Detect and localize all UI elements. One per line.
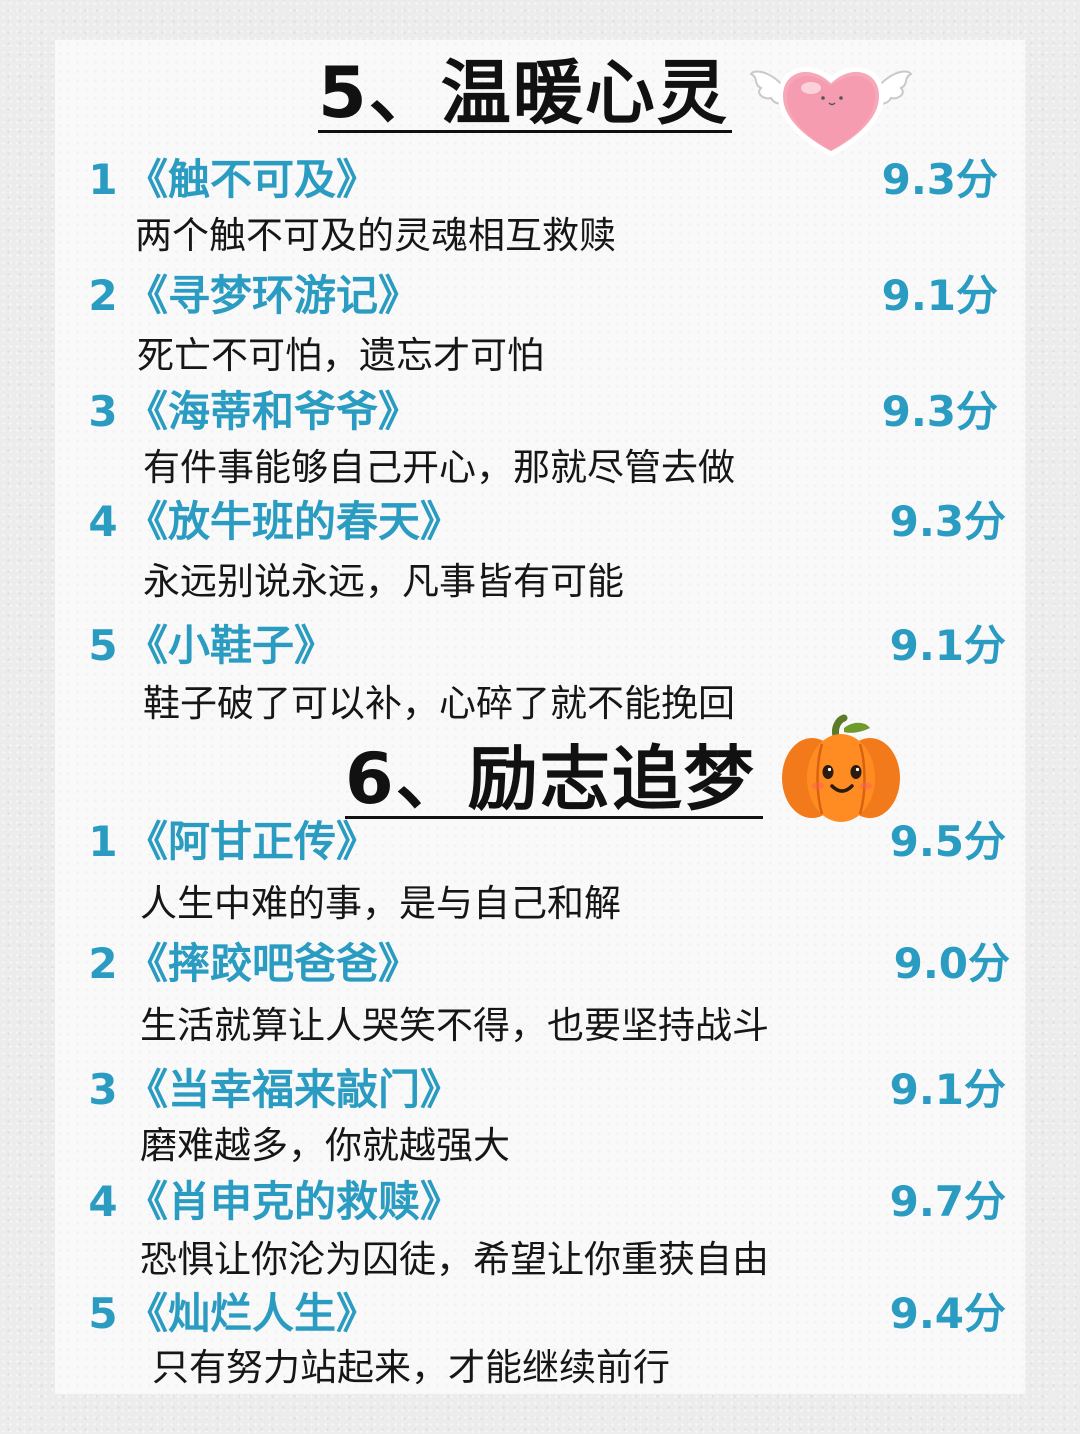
- film-score: 9.0分: [893, 939, 1010, 988]
- film-score: 9.3分: [881, 155, 998, 204]
- film-title: 5 《小鞋子》: [88, 621, 337, 670]
- section-heading-6: 6、励志追梦: [345, 738, 756, 820]
- pumpkin-icon: [782, 714, 900, 822]
- film-quote: 磨难越多，你就越强大: [140, 1124, 510, 1167]
- film-row: 4 《肖申克的救赎》 9.7分: [80, 1174, 1010, 1230]
- film-title: 4 《肖申克的救赎》: [88, 1177, 463, 1226]
- film-title: 3 《当幸福来敲门》: [88, 1065, 463, 1114]
- film-title: 3 《海蒂和爷爷》: [88, 387, 421, 436]
- film-title: 4 《放牛班的春天》: [88, 497, 463, 546]
- film-quote: 死亡不可怕，遗忘才可怕: [137, 334, 544, 377]
- film-title: 2 《摔跤吧爸爸》: [88, 939, 421, 988]
- film-row: 3 《海蒂和爷爷》 9.3分: [80, 384, 1010, 440]
- film-row: 4 《放牛班的春天》 9.3分: [80, 494, 1010, 550]
- film-quote: 永远别说永远，凡事皆有可能: [143, 560, 624, 603]
- section-heading-5: 5、温暖心灵: [318, 52, 729, 134]
- film-score: 9.3分: [889, 497, 1006, 546]
- film-row: 1 《触不可及》 9.3分: [80, 152, 1010, 208]
- film-quote: 有件事能够自己开心，那就尽管去做: [143, 446, 735, 489]
- film-title: 5 《灿烂人生》: [88, 1289, 379, 1338]
- film-title: 2 《寻梦环游记》: [88, 271, 421, 320]
- film-quote: 人生中难的事，是与自己和解: [140, 882, 621, 925]
- film-quote: 两个触不可及的灵魂相互救赎: [135, 214, 616, 257]
- film-row: 5 《小鞋子》 9.1分: [80, 618, 1010, 674]
- film-score: 9.5分: [889, 817, 1006, 866]
- film-quote: 鞋子破了可以补，心碎了就不能挽回: [143, 682, 735, 725]
- winged-heart-icon: [749, 67, 913, 157]
- film-score: 9.3分: [881, 387, 998, 436]
- film-title: 1 《阿甘正传》: [88, 817, 379, 866]
- film-row: 2 《摔跤吧爸爸》 9.0分: [80, 936, 1010, 992]
- film-score: 9.1分: [881, 271, 998, 320]
- film-row: 3 《当幸福来敲门》 9.1分: [80, 1062, 1010, 1118]
- film-score: 9.1分: [889, 621, 1006, 670]
- film-row: 5 《灿烂人生》 9.4分: [80, 1286, 1010, 1342]
- film-score: 9.4分: [889, 1289, 1006, 1338]
- film-quote: 生活就算让人哭笑不得，也要坚持战斗: [140, 1004, 769, 1047]
- film-quote: 只有努力站起来，才能继续前行: [152, 1346, 670, 1389]
- film-score: 9.7分: [889, 1177, 1006, 1226]
- heading-underline: [318, 130, 732, 133]
- film-quote: 恐惧让你沦为囚徒，希望让你重获自由: [140, 1238, 769, 1281]
- film-row: 1 《阿甘正传》 9.5分: [80, 814, 1010, 870]
- film-title: 1 《触不可及》: [88, 155, 379, 204]
- film-row: 2 《寻梦环游记》 9.1分: [80, 268, 1010, 324]
- film-score: 9.1分: [889, 1065, 1006, 1114]
